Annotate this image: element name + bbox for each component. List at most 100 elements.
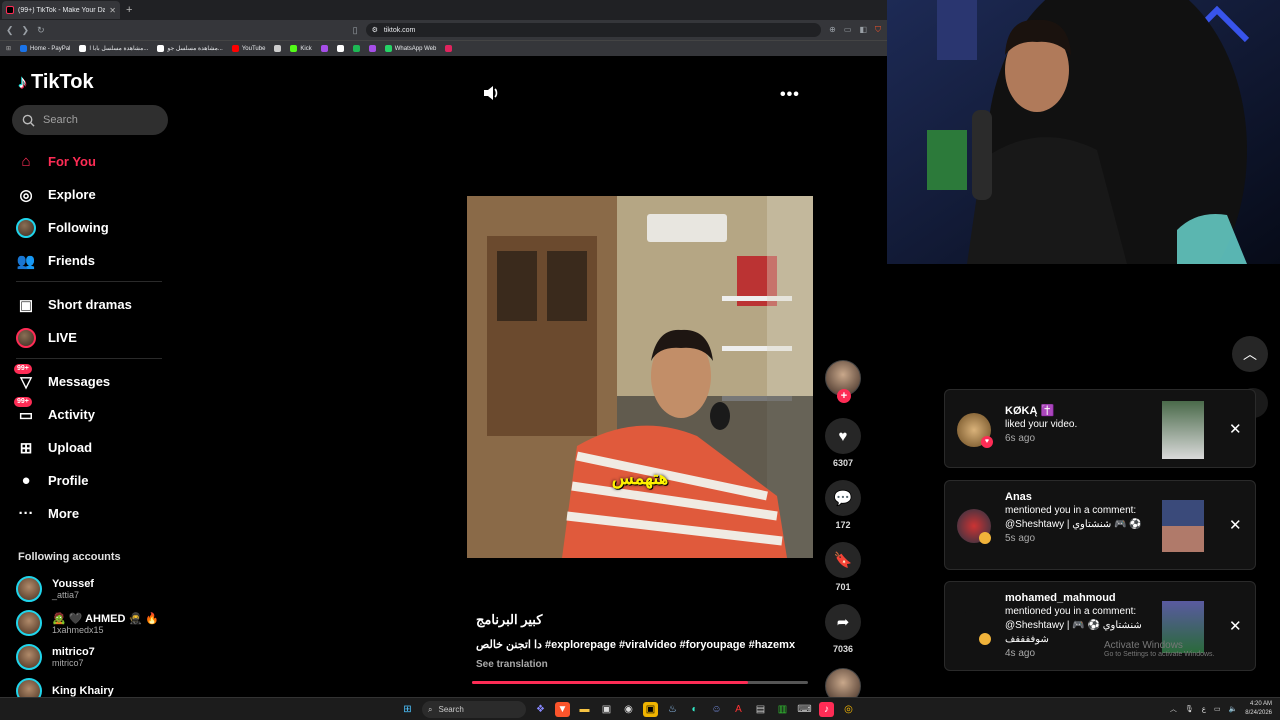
close-icon[interactable]: ✕ — [1229, 420, 1242, 438]
bookmark-item[interactable] — [274, 45, 282, 52]
sidebar-item-messages[interactable]: ▽ 99+ Messages — [14, 363, 166, 398]
tiktok-app-icon[interactable]: ♪ — [819, 702, 834, 717]
mention-icon — [979, 633, 991, 645]
bookmark-item[interactable]: مشاهدة مسلسل بابا ا... — [79, 45, 148, 52]
network-icon[interactable]: ▭ — [1214, 705, 1221, 713]
see-translation-link[interactable]: See translation — [476, 659, 816, 670]
search-icon: ⌕ — [428, 704, 433, 714]
sidebar-item-following[interactable]: Following — [16, 211, 166, 244]
bookmark-item[interactable] — [320, 45, 328, 52]
app-green-icon[interactable]: ▥ — [775, 702, 790, 717]
brave-shield-icon[interactable]: ⛉ — [875, 25, 881, 35]
edge-icon[interactable]: ◐ — [687, 702, 702, 717]
following-account[interactable]: Youssef _attia7 — [16, 576, 94, 602]
tray-chevron-icon[interactable]: ︿ — [1170, 704, 1177, 714]
notification-user[interactable]: KØKĄ ✝️ — [1005, 404, 1145, 418]
tiktok-logo[interactable]: ♪ TikTok — [18, 71, 94, 94]
steam-icon[interactable]: ♨ — [665, 702, 680, 717]
bookmark-icon[interactable]: ▯ — [353, 25, 358, 36]
windows-start-icon[interactable]: ⊞ — [400, 702, 415, 717]
notification-card[interactable]: Anas mentioned you in a comment: @Sheshta… — [944, 480, 1256, 570]
upload-icon: ⊞ — [19, 439, 33, 457]
following-account[interactable]: King Khairy — [16, 678, 114, 697]
video-author[interactable]: كبير البرنامج — [476, 612, 816, 628]
store-icon[interactable]: ▣ — [599, 702, 614, 717]
notification-thumbnail[interactable] — [1162, 400, 1204, 459]
obs-icon[interactable]: ◉ — [621, 702, 636, 717]
bookmark-item[interactable]: Kick — [290, 45, 312, 52]
video-player[interactable]: هتهمس — [467, 196, 813, 558]
adobe-icon[interactable]: A — [731, 702, 746, 717]
taskbar-search[interactable]: ⌕ Search — [422, 701, 526, 718]
app-yellow-icon[interactable]: ▣ — [643, 702, 658, 717]
bookmark-item[interactable] — [368, 45, 376, 52]
extensions-icon[interactable]: ◧ — [859, 25, 867, 35]
close-icon[interactable]: ✕ — [1229, 617, 1242, 635]
notification-thumbnail[interactable] — [1162, 500, 1204, 552]
notification-user[interactable]: Anas — [1005, 490, 1145, 504]
mention-icon — [979, 532, 991, 544]
volume-tray-icon[interactable]: 🔈 — [1229, 705, 1238, 713]
close-icon[interactable]: ✕ — [1229, 516, 1242, 534]
forward-icon[interactable]: ❯ — [22, 25, 30, 36]
account-handle: _attia7 — [52, 590, 80, 600]
sidebar-item-for-you[interactable]: ⌂ For You — [16, 145, 166, 178]
file-explorer-icon[interactable]: ▬ — [577, 702, 592, 717]
chrome-icon[interactable]: ◎ — [841, 702, 856, 717]
terminal-icon[interactable]: ⌨ — [797, 702, 812, 717]
brave-icon[interactable]: ▼ — [555, 702, 570, 717]
tab-close-icon[interactable]: ✕ — [109, 6, 116, 15]
cast-icon[interactable]: ▭ — [844, 25, 852, 35]
sidebar-item-live[interactable]: LIVE — [16, 321, 166, 354]
notepad-icon[interactable]: ▤ — [753, 702, 768, 717]
sidebar-item-short-dramas[interactable]: ▣ Short dramas — [16, 288, 166, 321]
widgets-icon[interactable]: ❖ — [533, 702, 548, 717]
video-progress-bar[interactable] — [472, 681, 808, 684]
like-button[interactable]: ♥ — [825, 418, 861, 454]
bookmark-item[interactable] — [352, 45, 360, 52]
bookmark-item[interactable]: Home - PayPal — [20, 45, 70, 52]
sidebar-item-explore[interactable]: ◎ Explore — [16, 178, 166, 211]
bookmark-favicon-icon — [320, 45, 328, 52]
comment-button[interactable]: 💬 — [825, 480, 861, 516]
search-input[interactable]: Search — [12, 105, 168, 135]
site-info-icon[interactable]: ⚙ — [372, 26, 378, 34]
bookmark-item[interactable]: مشاهدة مسلسل جو... — [157, 45, 223, 52]
save-button[interactable]: 🔖 — [825, 542, 861, 578]
sidebar-item-upload[interactable]: ⊞ Upload — [16, 431, 166, 464]
browser-tab[interactable]: (99+) TikTok - Make Your Day ✕ — [2, 1, 120, 19]
following-account[interactable]: mitrico7 mitrico7 — [16, 644, 95, 670]
back-icon[interactable]: ❮ — [6, 25, 14, 36]
nav-divider — [16, 358, 162, 359]
share-button[interactable]: ➦ — [825, 604, 861, 640]
sidebar-item-label: Activity — [48, 407, 95, 422]
new-tab-button[interactable]: + — [126, 4, 132, 16]
previous-video-button[interactable]: ︿ — [1232, 336, 1268, 372]
bookmark-item[interactable]: WhatsApp Web — [384, 45, 436, 52]
sidebar-item-label: Friends — [48, 253, 95, 268]
address-bar[interactable]: ⚙ tiktok.com — [365, 23, 822, 37]
video-actions: + ♥ 6307 💬 172 🔖 701 ➦ 7036 — [825, 360, 861, 704]
notification-card[interactable]: ♥ KØKĄ ✝️ liked your video. 6s ago ✕ — [944, 389, 1256, 468]
notification-user[interactable]: mohamed_mahmoud — [1005, 591, 1145, 605]
language-icon[interactable]: ع — [1202, 705, 1206, 713]
apps-grid-icon[interactable]: ⊞ — [6, 45, 11, 52]
clock[interactable]: 4:20 AM 8/24/2026 — [1245, 700, 1272, 718]
bookmark-item[interactable] — [445, 45, 453, 52]
more-options-icon[interactable]: ••• — [780, 86, 800, 104]
video-description[interactable]: دا اتجنن خالص #explorepage #viralvideo #… — [476, 638, 816, 651]
zoom-icon[interactable]: ⊕ — [829, 25, 836, 35]
follow-plus-icon[interactable]: + — [837, 389, 851, 403]
bookmark-item[interactable] — [336, 45, 344, 52]
volume-icon[interactable] — [482, 84, 500, 107]
mic-icon[interactable]: 🎙 — [1185, 705, 1194, 713]
discord-icon[interactable]: ☺ — [709, 702, 724, 717]
sidebar-item-friends[interactable]: 👥 Friends — [16, 244, 166, 277]
sidebar-item-more[interactable]: ··· More — [16, 497, 166, 530]
sidebar-item-activity[interactable]: ▭ 99+ Activity — [14, 396, 166, 431]
following-account[interactable]: 🧟 🖤 AHMED 🥷 🔥 1xahmedx15 — [16, 610, 159, 636]
sidebar-item-profile[interactable]: ● Profile — [16, 464, 166, 497]
bookmark-item[interactable]: YouTube — [231, 45, 265, 52]
reload-icon[interactable]: ↻ — [37, 25, 45, 36]
creator-avatar[interactable]: + — [825, 360, 861, 403]
